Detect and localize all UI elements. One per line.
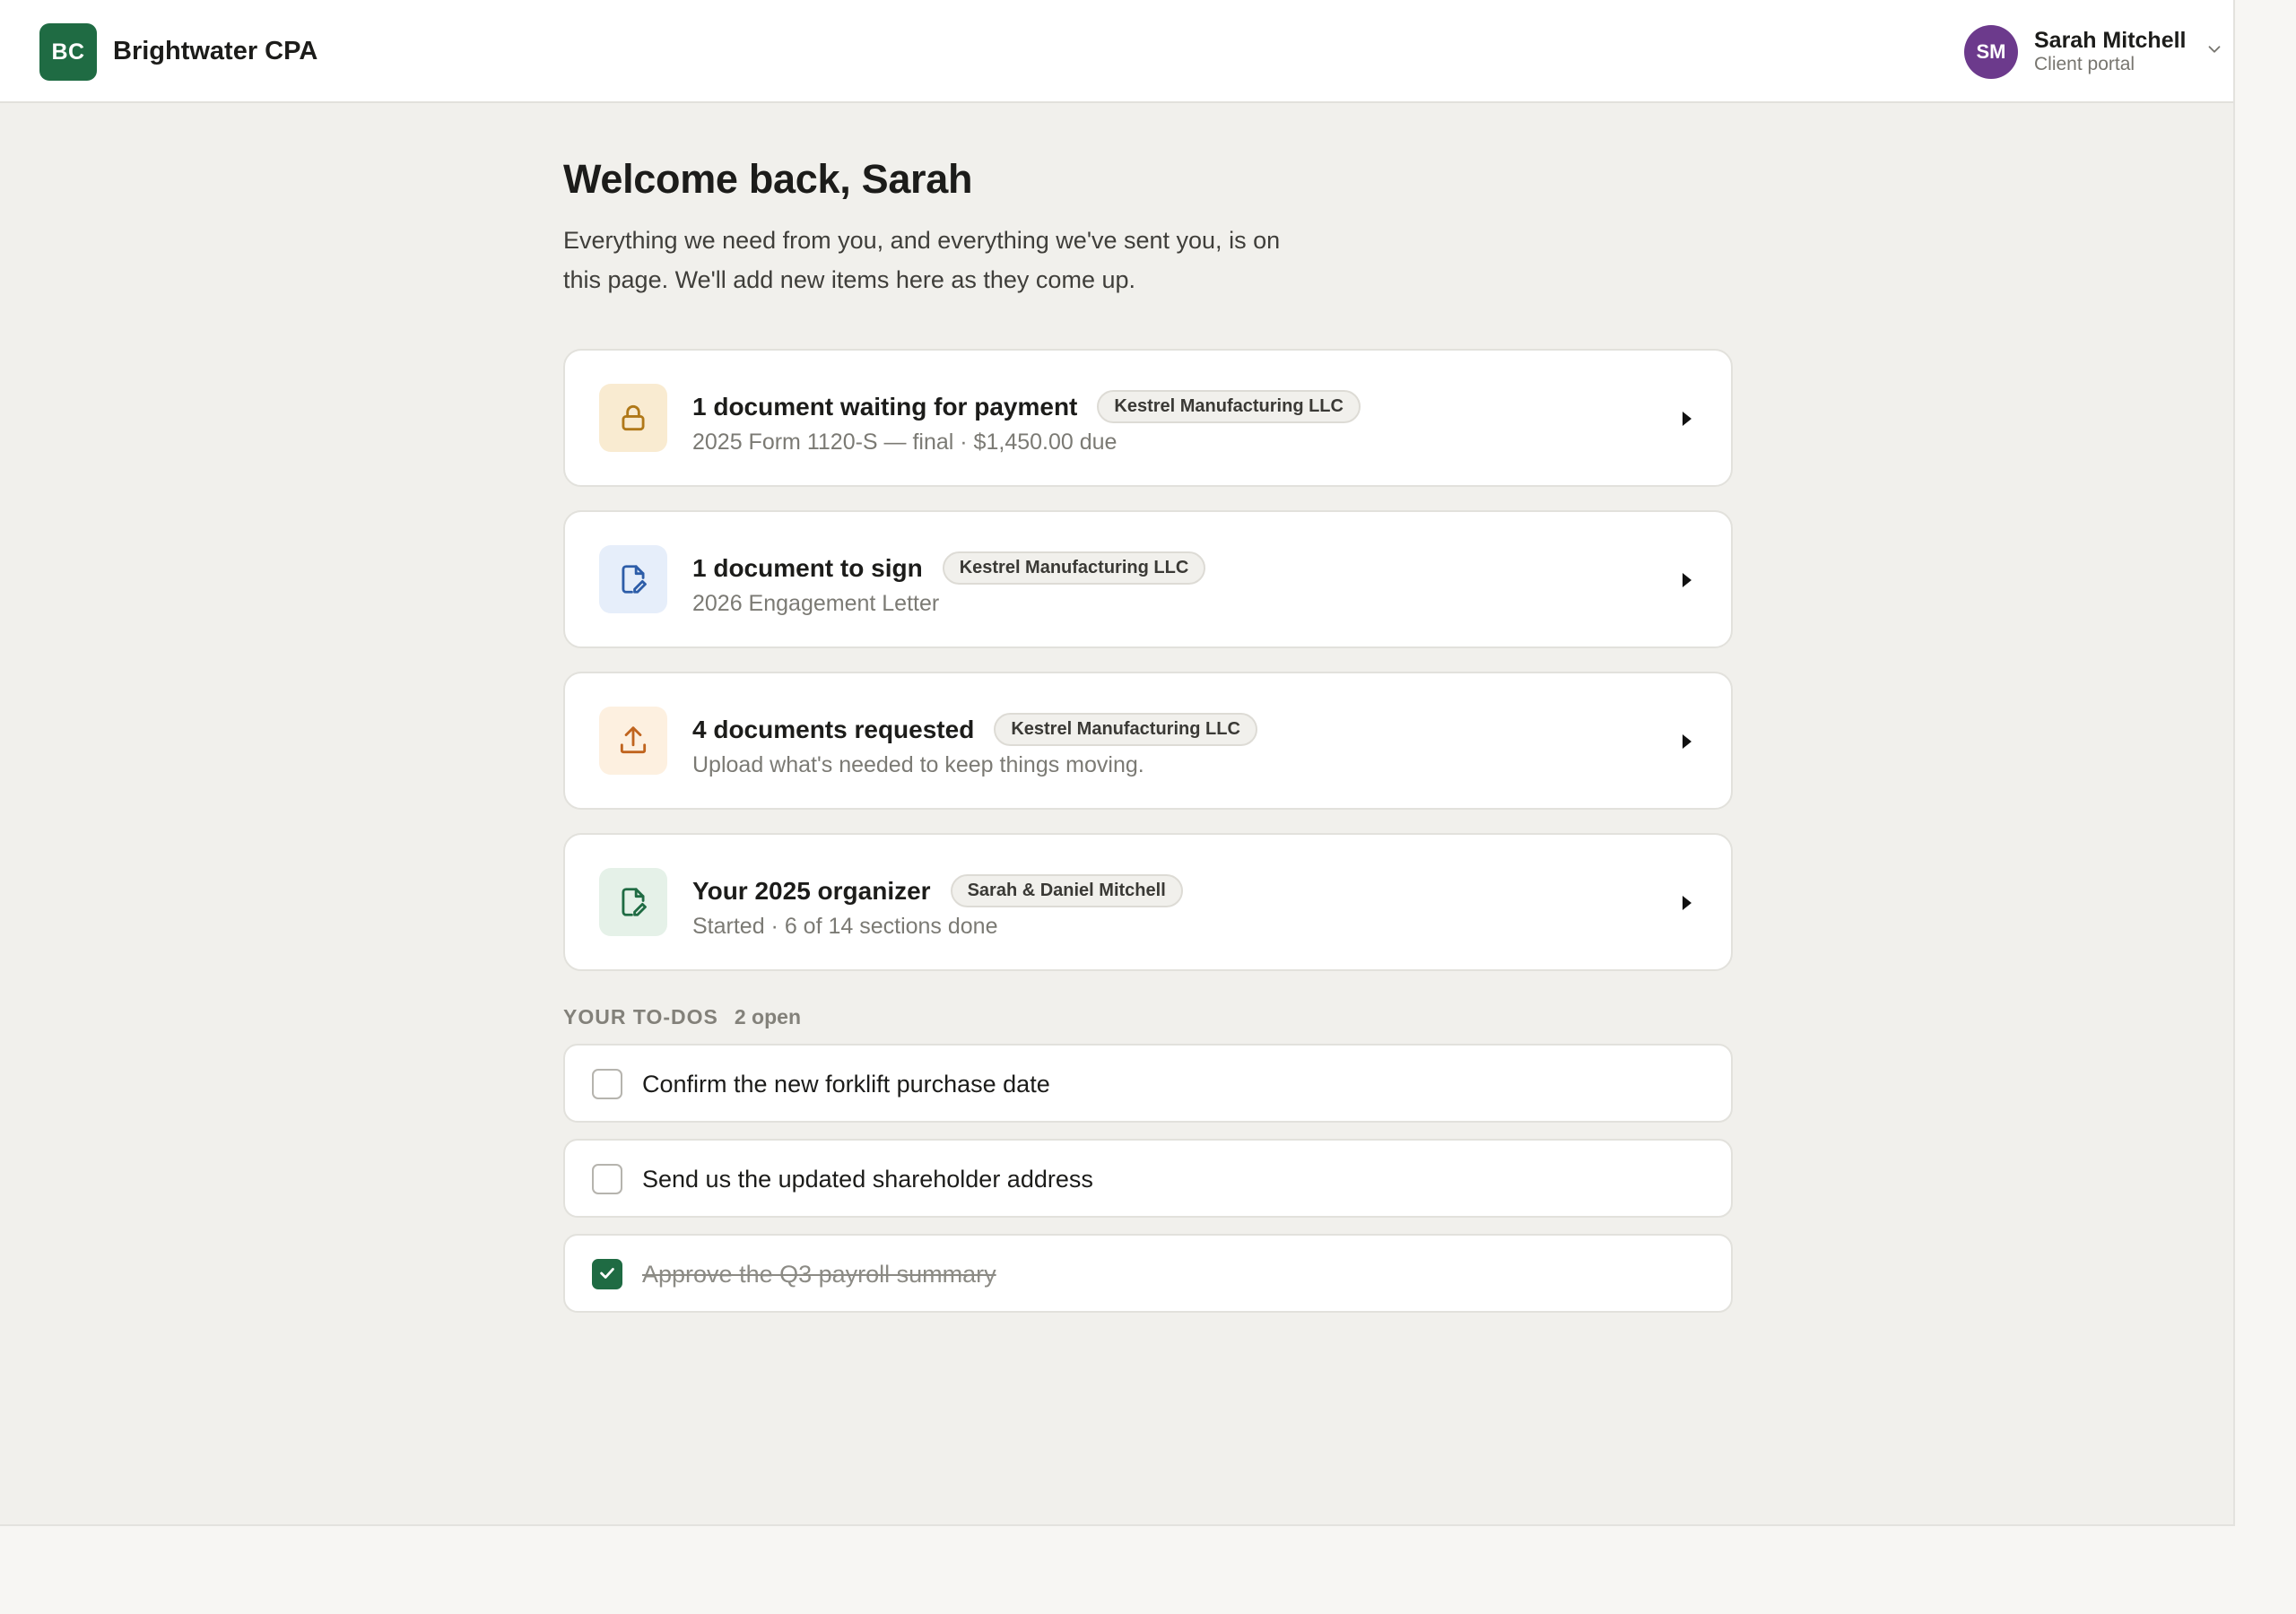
- main-content: Welcome back, Sarah Everything we need f…: [563, 156, 1733, 1329]
- avatar: SM: [1964, 25, 2018, 79]
- document-edit-icon: [622, 888, 647, 916]
- card-title: 4 documents requested: [692, 715, 975, 743]
- card-title-row: 4 documents requested Kestrel Manufactur…: [692, 713, 1257, 746]
- organizer-card[interactable]: Your 2025 organizer Sarah & Daniel Mitch…: [563, 833, 1733, 971]
- payment-card[interactable]: 1 document waiting for payment Kestrel M…: [563, 349, 1733, 487]
- card-subtitle: 2025 Form 1120-S — final · $1,450.00 due: [692, 430, 1118, 455]
- user-menu[interactable]: SM Sarah Mitchell Client portal: [1964, 23, 2233, 81]
- card-title: 1 document waiting for payment: [692, 392, 1078, 421]
- chevron-down-icon[interactable]: [2205, 39, 2224, 59]
- caret-right-icon: [1683, 573, 1692, 587]
- todo-checkbox[interactable]: [592, 1164, 622, 1194]
- card-title-row: 1 document waiting for payment Kestrel M…: [692, 390, 1361, 423]
- checkmark-icon: [600, 1268, 614, 1279]
- entity-tag: Kestrel Manufacturing LLC: [994, 713, 1257, 746]
- todos-section: YOUR TO-DOS 2 open Confirm the new forkl…: [563, 1005, 1733, 1313]
- caret-right-icon: [1683, 412, 1692, 426]
- sign-card[interactable]: 1 document to sign Kestrel Manufacturing…: [563, 510, 1733, 648]
- todo-text: Confirm the new forklift purchase date: [642, 1071, 1050, 1098]
- page-intro: Everything we need from you, and everyth…: [563, 227, 1281, 293]
- card-title: 1 document to sign: [692, 553, 923, 582]
- user-role: Client portal: [2034, 54, 2135, 74]
- entity-tag: Kestrel Manufacturing LLC: [942, 551, 1206, 585]
- card-subtitle: Upload what's needed to keep things movi…: [692, 752, 1144, 777]
- firm-logo[interactable]: BC: [39, 23, 97, 81]
- card-subtitle: 2026 Engagement Letter: [692, 591, 940, 616]
- card-icon-wrap: [599, 545, 667, 613]
- card-icon-wrap: [599, 868, 667, 936]
- todo-checkbox[interactable]: [592, 1259, 622, 1289]
- lock-icon: [622, 404, 645, 431]
- page-title: Welcome back, Sarah: [563, 156, 973, 202]
- todo-list: Confirm the new forklift purchase date S…: [563, 1044, 1733, 1313]
- todo-checkbox[interactable]: [592, 1069, 622, 1099]
- todo-item[interactable]: Send us the updated shareholder address: [563, 1139, 1733, 1218]
- card-title-row: 1 document to sign Kestrel Manufacturing…: [692, 551, 1206, 585]
- todos-header: YOUR TO-DOS 2 open: [563, 1005, 1733, 1029]
- todo-text: Send us the updated shareholder address: [642, 1166, 1093, 1193]
- todos-title: YOUR TO-DOS: [563, 1005, 718, 1028]
- entity-tag: Kestrel Manufacturing LLC: [1097, 390, 1361, 423]
- entity-tag: Sarah & Daniel Mitchell: [950, 874, 1183, 907]
- user-name: Sarah Mitchell: [2034, 28, 2187, 53]
- upload-icon: [620, 726, 647, 754]
- todo-item[interactable]: Approve the Q3 payroll summary: [563, 1234, 1733, 1313]
- top-bar: BC Brightwater CPA SM Sarah Mitchell Cli…: [0, 0, 2233, 103]
- todo-text: Approve the Q3 payroll summary: [642, 1261, 996, 1288]
- requested-documents-card[interactable]: 4 documents requested Kestrel Manufactur…: [563, 672, 1733, 810]
- todos-count: 2 open: [734, 1005, 801, 1028]
- card-icon-wrap: [599, 707, 667, 775]
- todo-item[interactable]: Confirm the new forklift purchase date: [563, 1044, 1733, 1123]
- client-portal-app: BC Brightwater CPA SM Sarah Mitchell Cli…: [0, 0, 2235, 1526]
- document-sign-icon: [622, 565, 647, 594]
- action-cards: 1 document waiting for payment Kestrel M…: [563, 349, 1733, 971]
- firm-name: Brightwater CPA: [113, 37, 318, 65]
- card-icon-wrap: [599, 384, 667, 452]
- card-title-row: Your 2025 organizer Sarah & Daniel Mitch…: [692, 874, 1183, 907]
- card-subtitle: Started · 6 of 14 sections done: [692, 914, 998, 939]
- card-title: Your 2025 organizer: [692, 876, 931, 905]
- caret-right-icon: [1683, 896, 1692, 910]
- caret-right-icon: [1683, 734, 1692, 749]
